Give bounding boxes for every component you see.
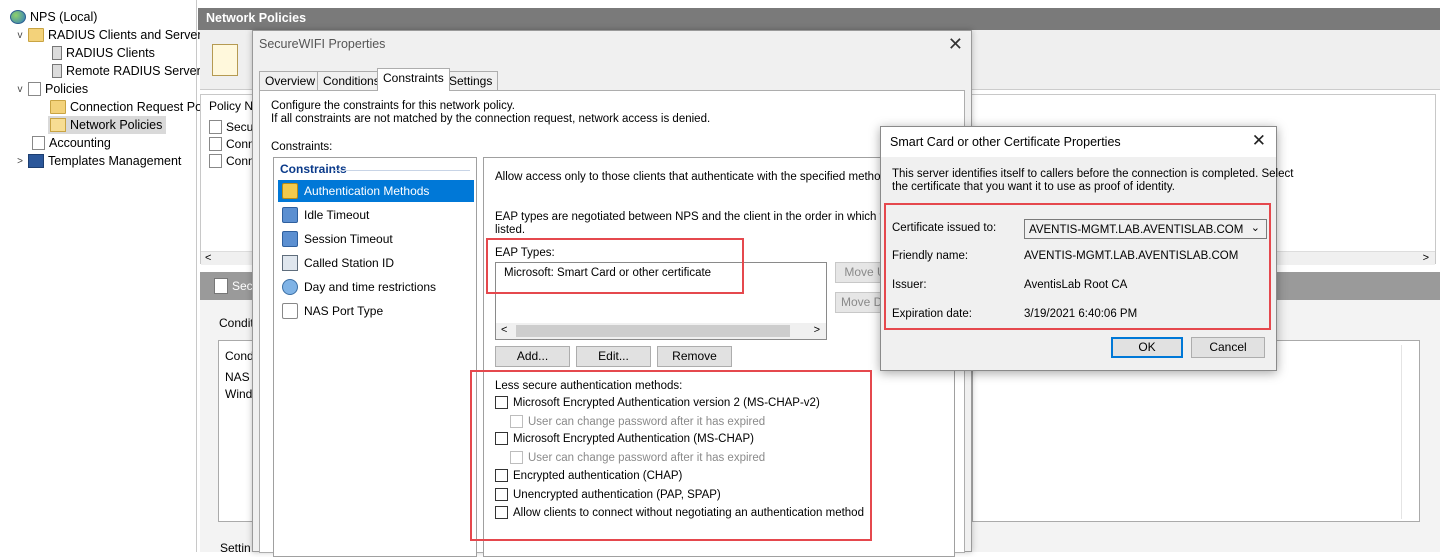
close-icon[interactable]: ✕ (948, 34, 963, 55)
constraints-list-header: Constraints (280, 162, 347, 176)
intro-text: If all constraints are not matched by th… (271, 113, 711, 125)
column-header-condition: Cond (225, 349, 254, 363)
intro-text: Configure the constraints for this netwo… (271, 100, 515, 112)
constraints-list: Constraints Authentication Methods Idle … (273, 157, 477, 557)
tree-item-policies[interactable]: v Policies (14, 80, 88, 98)
station-id-icon (282, 255, 298, 271)
list-item[interactable]: Conn (209, 154, 255, 168)
table-cell: NAS (225, 370, 250, 384)
eap-note-text: listed. (495, 224, 526, 236)
scrollbar-thumb[interactable] (516, 325, 790, 337)
tab-overview[interactable]: Overview (259, 71, 322, 90)
edit-button[interactable]: Edit... (576, 346, 651, 367)
folder-icon (28, 28, 44, 42)
clock-icon (282, 279, 298, 295)
constraints-label: Constraints: (271, 141, 333, 153)
tab-constraints[interactable]: Constraints (377, 68, 450, 91)
dialog-titlebar: Smart Card or other Certificate Properti… (881, 127, 1276, 157)
nps-globe-icon (10, 10, 26, 24)
folder-icon (50, 100, 66, 114)
tree-item-label: RADIUS Clients (66, 46, 155, 60)
scroll-right-icon[interactable]: > (1423, 252, 1429, 264)
scroll-left-icon[interactable]: < (501, 324, 507, 336)
vertical-scrollbar[interactable] (1401, 345, 1415, 519)
tree-item-radius-clients-servers[interactable]: v RADIUS Clients and Servers (14, 26, 208, 44)
list-item-label: NAS Port Type (304, 304, 384, 318)
horizontal-scrollbar[interactable]: < > (496, 323, 826, 339)
close-icon[interactable]: ✕ (1252, 131, 1266, 151)
tree-item-label: Accounting (49, 136, 111, 150)
tree-item-connection-request-policies[interactable]: Connection Request Po (50, 98, 202, 116)
port-icon (282, 303, 298, 319)
tree-item-accounting[interactable]: Accounting (32, 134, 111, 152)
constraint-called-station-id[interactable]: Called Station ID (278, 252, 474, 274)
tree-item-label: Policies (45, 82, 89, 96)
server-icon (52, 64, 62, 78)
lock-icon (282, 183, 298, 199)
tree-item-label: Connection Request Po (70, 100, 203, 114)
list-item-label: Idle Timeout (304, 208, 370, 222)
dialog-title: Smart Card or other Certificate Properti… (890, 135, 1121, 149)
tree-item-remote-radius-server[interactable]: Remote RADIUS Server (52, 62, 201, 80)
highlight-certificate-details (884, 203, 1271, 330)
tree-item-label: Remote RADIUS Server (66, 64, 201, 78)
page-title: Network Policies (198, 8, 1440, 30)
tab-settings[interactable]: Settings (443, 71, 499, 90)
templates-icon (28, 154, 44, 168)
scroll-left-icon[interactable]: < (205, 252, 211, 264)
highlight-less-secure-methods (470, 370, 872, 541)
constraint-idle-timeout[interactable]: Idle Timeout (278, 204, 474, 226)
description-text: the certificate that you want it to use … (892, 181, 1175, 193)
constraint-day-time-restrictions[interactable]: Day and time restrictions (278, 276, 474, 298)
tree-item-radius-clients[interactable]: RADIUS Clients (52, 44, 155, 62)
divider (334, 170, 470, 171)
list-item-label: Called Station ID (304, 256, 395, 270)
policy-document-icon (212, 44, 238, 76)
list-item-label: Day and time restrictions (304, 280, 437, 294)
tree-item-network-policies[interactable]: Network Policies (48, 116, 167, 134)
eap-note-text: EAP types are negotiated between NPS and… (495, 211, 911, 223)
policy-icon (209, 120, 222, 134)
tree-item-label: RADIUS Clients and Servers (48, 28, 208, 42)
selected-policy-label: Sec (232, 279, 253, 293)
policy-icon (209, 154, 222, 168)
scroll-right-icon[interactable]: > (814, 324, 820, 336)
constraint-authentication-methods[interactable]: Authentication Methods (278, 180, 474, 202)
conditions-label: Conditi (219, 316, 257, 330)
folder-open-icon (50, 118, 66, 132)
add-button[interactable]: Add... (495, 346, 570, 367)
list-item-label: Authentication Methods (304, 184, 430, 198)
remove-button[interactable]: Remove (657, 346, 732, 367)
tree-item-nps-local[interactable]: NPS (Local) (10, 8, 97, 26)
server-icon (52, 46, 62, 60)
cancel-button[interactable]: Cancel (1191, 337, 1265, 358)
description-text: This server identifies itself to callers… (892, 168, 1294, 180)
list-item[interactable]: Secu (209, 120, 253, 134)
constraint-session-timeout[interactable]: Session Timeout (278, 228, 474, 250)
settings-label: Settin (220, 541, 251, 555)
tree-item-label: NPS (Local) (30, 10, 98, 24)
policy-icon (214, 278, 228, 294)
policy-icon (209, 137, 222, 151)
tree-item-label: Network Policies (70, 118, 163, 132)
accounting-icon (32, 136, 45, 150)
tab-conditions[interactable]: Conditions (317, 71, 386, 90)
highlight-eap-types (486, 238, 744, 294)
console-tree: NPS (Local) v RADIUS Clients and Servers… (0, 0, 208, 552)
list-item[interactable]: Conn (209, 137, 255, 151)
dialog-title: SecureWIFI Properties (259, 37, 386, 51)
tree-item-templates-management[interactable]: > Templates Management (14, 152, 181, 170)
idle-timeout-icon (282, 207, 298, 223)
list-item-label: Session Timeout (304, 232, 393, 246)
tree-item-label: Templates Management (48, 154, 182, 168)
allow-access-text: Allow access only to those clients that … (495, 171, 896, 183)
constraint-nas-port-type[interactable]: NAS Port Type (278, 300, 474, 322)
chevron-right-icon[interactable]: > (14, 156, 26, 167)
table-cell: Wind (225, 387, 253, 401)
ok-button[interactable]: OK (1111, 337, 1183, 358)
policies-icon (28, 82, 41, 96)
chevron-down-icon[interactable]: v (14, 30, 26, 41)
session-timeout-icon (282, 231, 298, 247)
chevron-down-icon[interactable]: v (14, 84, 26, 95)
